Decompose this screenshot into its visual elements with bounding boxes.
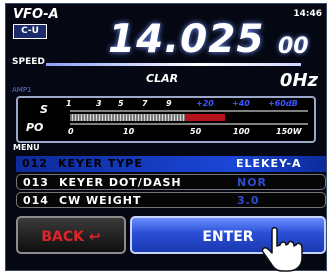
menu-item-cw-weight[interactable]: 014 CW WEIGHT 3.0 — [16, 192, 326, 208]
menu-item-value: ELEKEY-A — [236, 157, 302, 170]
frequency-small: 00 — [278, 34, 309, 59]
menu-item-value: NOR — [237, 176, 268, 189]
amp-label: AMP1 — [12, 86, 32, 94]
menu-item-name: KEYER DOT/DASH — [59, 176, 182, 189]
back-button[interactable]: BACK ↩ — [16, 216, 126, 254]
menu-item-name: KEYER TYPE — [58, 157, 143, 170]
mode-badge: C-U — [13, 24, 47, 39]
clar-label: CLAR — [146, 72, 179, 85]
enter-button-label: ENTER — [202, 229, 254, 245]
pointing-hand-icon — [261, 227, 303, 272]
vfo-label: VFO-A — [13, 7, 59, 22]
po-scale-50: 50 — [190, 127, 202, 136]
menu-label: MENU — [13, 143, 40, 152]
menu-item-name: CW WEIGHT — [59, 194, 142, 207]
menu-item-number: 012 — [22, 157, 48, 170]
clar-value: 0Hz — [279, 70, 318, 91]
menu-item-keyer-type[interactable]: 012 KEYER TYPE ELEKEY-A — [16, 156, 326, 172]
back-button-label: BACK — [41, 229, 85, 245]
speed-label: SPEED — [12, 57, 45, 67]
back-arrow-icon: ↩ — [88, 229, 101, 245]
frequency-main: 14.025 — [108, 17, 265, 62]
menu-item-value: 3.0 — [237, 194, 260, 207]
menu-item-keyer-dot-dash[interactable]: 013 KEYER DOT/DASH NOR — [16, 174, 326, 190]
po-scale-10: 10 — [123, 127, 135, 136]
po-scale-100: 100 — [233, 127, 250, 136]
speed-indicator — [46, 63, 301, 66]
signal-meter: S PO 1 3 5 7 9 +20 +40 +60dB 0 10 50 100… — [16, 96, 316, 143]
clock: 14:46 — [293, 9, 322, 19]
menu-item-number: 013 — [23, 176, 49, 189]
meter-bar-graphic — [70, 110, 308, 125]
po-scale-150: 150W — [276, 127, 302, 136]
po-scale-0: 0 — [68, 127, 74, 136]
menu-item-number: 014 — [23, 194, 49, 207]
